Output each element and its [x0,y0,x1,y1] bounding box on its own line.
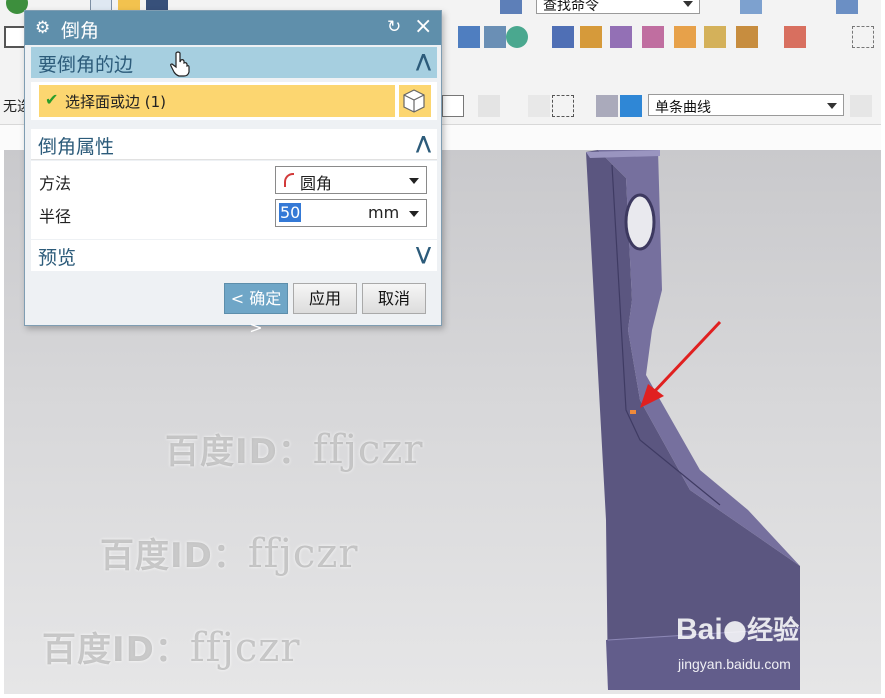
watermark-prefix: 百度ID： [42,630,190,670]
cube-icon [403,89,425,113]
part-main-face [586,150,800,690]
chevron-down-icon [409,178,419,184]
baidu-site-url: jingyan.baidu.com [678,656,791,672]
watermark-prefix: 百度ID： [165,432,313,472]
cancel-button[interactable]: 取消 [362,283,426,314]
radius-unit: mm [368,203,400,222]
select-face-or-edge-field[interactable]: ✔ 选择面或边 (1) [39,85,395,117]
radius-value[interactable]: 50 [279,203,302,222]
watermark-id: ffjczr [312,427,424,473]
selected-edge-marker [630,410,636,414]
watermark-2: 百度ID：ffjczr [100,528,358,577]
gear-icon[interactable]: ⚙ [35,18,50,38]
watermark-prefix: 百度ID： [100,536,248,576]
section-properties-title: 倒角属性 [38,136,115,158]
reset-icon[interactable]: ↻ [387,17,401,37]
selection-filter-button[interactable] [397,85,431,117]
paw-icon: ● [722,613,748,646]
properties-body: 方法 圆角 半径 50 mm [31,161,437,239]
baidu-logo-text: Bai [676,613,723,646]
chevron-down-icon[interactable] [409,211,419,217]
section-preview-title: 预览 [38,247,77,269]
dialog-titlebar[interactable]: ⚙ 倒角 ↻ × [25,11,441,45]
part-hole [624,193,656,251]
apply-button[interactable]: 应用 [293,283,357,314]
edge-blend-dialog: ⚙ 倒角 ↻ × 要倒角的边 ⋀ ✔ 选择面或边 (1) 倒角属性 ⋀ 方法 圆… [24,10,442,337]
fillet-icon [284,173,294,187]
baidu-jingyan-logo: Bai●经验 [676,610,799,647]
frame-edge [881,0,885,698]
frame-edge [0,694,885,698]
checkmark-icon: ✔ [45,90,59,109]
chevron-up-icon[interactable]: ⋀ [416,51,431,72]
radius-label: 半径 [39,207,72,226]
baidu-logo-suffix: 经验 [747,615,800,645]
section-edges-title: 要倒角的边 [38,54,134,76]
watermark-id: ffjczr [189,625,301,671]
section-preview-header[interactable]: 预览 ⋁ [31,240,437,271]
select-face-or-edge-label: 选择面或边 (1) [65,93,167,111]
watermark-1: 百度ID：ffjczr [165,424,423,473]
method-label: 方法 [39,174,72,193]
hand-cursor-icon [170,51,190,77]
ok-button[interactable]: < 确定 > [224,283,288,337]
annotation-arrow-shaft [652,320,722,394]
chevron-down-icon[interactable]: ⋁ [416,244,431,265]
radius-input[interactable]: 50 mm [275,199,427,227]
chevron-up-icon[interactable]: ⋀ [416,133,431,154]
method-value: 圆角 [300,174,333,193]
close-icon[interactable]: × [414,14,432,39]
dialog-title: 倒角 [61,20,100,42]
section-properties-header[interactable]: 倒角属性 ⋀ [31,129,437,160]
section-edges-header[interactable]: 要倒角的边 ⋀ [31,47,437,78]
watermark-id: ffjczr [247,531,359,577]
edge-selection-row: ✔ 选择面或边 (1) [31,82,437,120]
method-select[interactable]: 圆角 [275,166,427,194]
watermark-3: 百度ID：ffjczr [42,622,300,671]
